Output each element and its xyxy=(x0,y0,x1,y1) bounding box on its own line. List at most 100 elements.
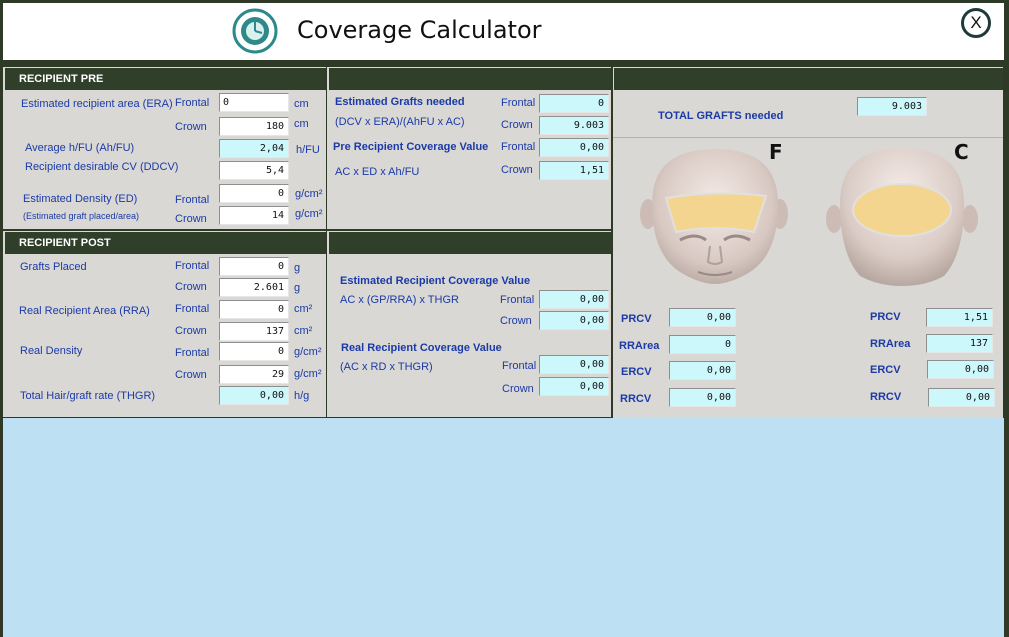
era-label: Estimated recipient area (ERA) xyxy=(21,98,173,110)
rrcv-crown-label: Crown xyxy=(502,383,534,395)
rrcv-label: Real Recipient Coverage Value xyxy=(341,342,502,354)
rra-crown-label: Crown xyxy=(175,325,207,337)
grafts-crown-label: Crown xyxy=(501,119,533,131)
crown-head-image xyxy=(826,144,978,292)
rra-frontal-unit: cm² xyxy=(294,303,313,315)
rra-frontal-label: Frontal xyxy=(175,303,210,315)
frontal-prcv-label: PRCV xyxy=(621,313,652,325)
ercv-frontal-value: 0,00 xyxy=(539,290,609,309)
grafts-formula: (DCV x ERA)/(AhFU x AC) xyxy=(335,116,465,128)
rd-crown-input[interactable]: 29 xyxy=(219,365,289,384)
close-button[interactable]: X xyxy=(961,8,991,38)
clock-logo-icon xyxy=(232,8,278,54)
rrcv-frontal-value: 0,00 xyxy=(539,355,609,374)
rrcv-formula: (AC x RD x THGR) xyxy=(340,361,433,373)
divider xyxy=(613,137,1003,138)
gp-frontal-label: Frontal xyxy=(175,260,210,272)
ercv-crown-label: Crown xyxy=(500,315,532,327)
gp-crown-label: Crown xyxy=(175,281,207,293)
ddcv-label: Recipient desirable CV (DDCV) xyxy=(25,161,179,173)
rra-crown-input[interactable]: 137 xyxy=(219,322,289,341)
totals-header xyxy=(614,68,1003,90)
precv-frontal-label: Frontal xyxy=(501,141,536,153)
rd-crown-unit: g/cm² xyxy=(294,368,322,380)
ercv-crown-value: 0,00 xyxy=(539,311,609,330)
crown-rrcv-label: RRCV xyxy=(870,391,902,403)
ed-frontal-input[interactable]: 0 xyxy=(219,184,289,203)
frontal-rrarea-value: 0 xyxy=(669,335,736,354)
rd-label: Real Density xyxy=(20,345,83,357)
frontal-prcv-value: 0,00 xyxy=(669,308,736,327)
era-frontal-label: Frontal xyxy=(175,97,210,109)
frontal-letter: F xyxy=(769,140,783,164)
era-crown-label: Crown xyxy=(175,121,207,133)
rra-crown-unit: cm² xyxy=(294,325,313,337)
ercv-frontal-label: Frontal xyxy=(500,294,535,306)
crown-ercv-label: ERCV xyxy=(870,364,901,376)
precv-formula: AC x ED x Ah/FU xyxy=(335,166,420,178)
rd-frontal-label: Frontal xyxy=(175,347,210,359)
thgr-unit: h/g xyxy=(294,390,310,402)
rra-frontal-input[interactable]: 0 xyxy=(219,300,289,319)
lower-area xyxy=(3,418,1004,637)
crown-rrarea-label: RRArea xyxy=(870,338,911,350)
grafts-crown-value: 9.003 xyxy=(539,116,609,135)
ahfu-value: 2,04 xyxy=(219,139,289,158)
rd-frontal-unit: g/cm² xyxy=(294,346,322,358)
frontal-rrcv-value: 0,00 xyxy=(669,388,736,407)
gp-crown-unit: g xyxy=(294,282,301,294)
recipient-post-header: RECIPIENT POST xyxy=(5,232,326,254)
ddcv-input[interactable]: 5,4 xyxy=(219,161,289,180)
ahfu-label: Average h/FU (Ah/FU) xyxy=(25,142,135,154)
post-calc-header xyxy=(329,232,611,254)
gp-crown-input[interactable]: 2.601 xyxy=(219,278,289,297)
crown-rrarea-value: 137 xyxy=(926,334,993,353)
crown-prcv-value: 1,51 xyxy=(926,308,993,327)
precv-crown-label: Crown xyxy=(501,164,533,176)
era-frontal-unit: cm xyxy=(294,98,309,110)
rra-label: Real Recipient Area (RRA) xyxy=(19,305,150,317)
grafts-frontal-value: 0 xyxy=(539,94,609,113)
crown-prcv-label: PRCV xyxy=(870,311,901,323)
ed-crown-unit: g/cm² xyxy=(295,208,323,220)
ahfu-unit: h/FU xyxy=(296,144,320,156)
recipient-pre-header: RECIPIENT PRE xyxy=(5,68,326,90)
gp-label: Grafts Placed xyxy=(20,261,87,273)
ed-label: Estimated Density (ED) xyxy=(23,193,138,205)
precv-label: Pre Recipient Coverage Value xyxy=(333,141,489,153)
thgr-label: Total Hair/graft rate (THGR) xyxy=(20,390,156,402)
thgr-value: 0,00 xyxy=(219,386,289,405)
era-frontal-input[interactable]: 0 xyxy=(219,93,289,112)
frontal-head-image xyxy=(640,144,790,292)
total-grafts-value: 9.003 xyxy=(857,97,927,116)
ed-frontal-unit: g/cm² xyxy=(295,188,323,200)
frontal-ercv-label: ERCV xyxy=(621,366,652,378)
era-crown-input[interactable]: 180 xyxy=(219,117,289,136)
precv-crown-value: 1,51 xyxy=(539,161,609,180)
ercv-formula: AC x (GP/RRA) x THGR xyxy=(340,294,459,306)
era-crown-unit: cm xyxy=(294,118,309,130)
rrcv-frontal-label: Frontal xyxy=(502,360,537,372)
rd-crown-label: Crown xyxy=(175,369,207,381)
frontal-ercv-value: 0,00 xyxy=(669,361,736,380)
ed-sublabel: (Estimated graft placed/area) xyxy=(23,211,140,221)
crown-rrcv-value: 0,00 xyxy=(928,388,995,407)
precv-frontal-value: 0,00 xyxy=(539,138,609,157)
frontal-rrarea-label: RRArea xyxy=(619,340,660,352)
ed-crown-label: Crown xyxy=(175,213,207,225)
ed-frontal-label: Frontal xyxy=(175,194,210,206)
app-title: Coverage Calculator xyxy=(297,16,542,44)
grafts-needed-label: Estimated Grafts needed xyxy=(335,96,465,108)
total-grafts-label: TOTAL GRAFTS needed xyxy=(658,110,784,122)
rd-frontal-input[interactable]: 0 xyxy=(219,342,289,361)
gp-frontal-unit: g xyxy=(294,262,301,274)
crown-ercv-value: 0,00 xyxy=(927,360,994,379)
estimated-header xyxy=(329,68,611,90)
ed-crown-input[interactable]: 14 xyxy=(219,206,289,225)
rrcv-crown-value: 0,00 xyxy=(539,377,609,396)
frontal-rrcv-label: RRCV xyxy=(620,393,652,405)
ercv-label: Estimated Recipient Coverage Value xyxy=(340,275,531,287)
crown-letter: C xyxy=(954,140,969,164)
grafts-frontal-label: Frontal xyxy=(501,97,536,109)
gp-frontal-input[interactable]: 0 xyxy=(219,257,289,276)
